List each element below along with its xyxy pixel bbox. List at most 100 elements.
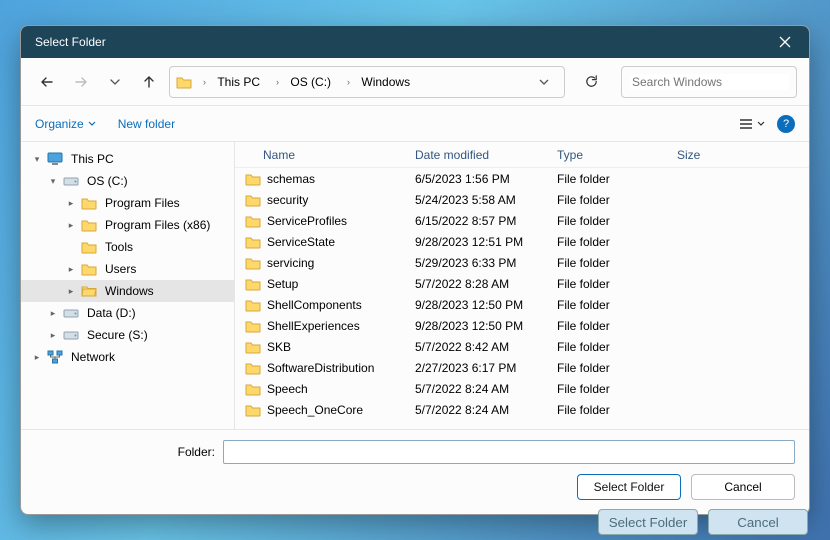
file-type: File folder [547,298,667,312]
file-type: File folder [547,403,667,417]
tree-label: This PC [71,152,114,166]
file-name: ServiceProfiles [267,214,347,228]
address-dropdown[interactable] [530,68,558,96]
tree-item-tools[interactable]: Tools [21,236,234,258]
file-row[interactable]: ShellComponents9/28/2023 12:50 PMFile fo… [235,294,809,315]
file-name: ShellExperiences [267,319,360,333]
folder-input[interactable] [223,440,795,464]
caret-down-icon [88,120,96,128]
chevron-down-icon [110,77,120,87]
folder-label: Folder: [35,445,215,459]
tree-label: Users [105,262,136,276]
tree-label: Program Files [105,196,180,210]
footer: Folder: Select Folder Cancel [21,429,809,514]
address-bar[interactable]: › This PC › OS (C:) › Windows [169,66,565,98]
back-button[interactable] [33,68,61,96]
file-type: File folder [547,361,667,375]
breadcrumb-seg-2[interactable]: › Windows [342,73,415,91]
col-size[interactable]: Size [667,148,727,162]
select-folder-button[interactable]: Select Folder [577,474,681,500]
tree-label: Data (D:) [87,306,136,320]
list-icon [739,118,754,130]
file-type: File folder [547,340,667,354]
shadow-select: Select Folder [598,509,698,535]
file-name: Speech_OneCore [267,403,363,417]
breadcrumb-seg-0[interactable]: › This PC [198,73,265,91]
file-row[interactable]: ServiceState 9/28/2023 12:51 PMFile folde… [235,231,809,252]
tree-label: Tools [105,240,133,254]
file-date: 5/7/2022 8:24 AM [405,382,547,396]
tree-label: Windows [105,284,154,298]
cancel-button[interactable]: Cancel [691,474,795,500]
tree-item-os-c-[interactable]: ▾OS (C:) [21,170,234,192]
tree-item-secure-s-[interactable]: ▸Secure (S:) [21,324,234,346]
tree-item-windows[interactable]: ▸Windows [21,280,234,302]
col-date[interactable]: Date modified [405,148,547,162]
arrow-left-icon [40,75,54,89]
refresh-button[interactable] [575,66,607,98]
file-date: 9/28/2023 12:51 PM [405,235,547,249]
search-input[interactable] [630,74,789,90]
file-row[interactable]: Speech_OneCore 5/7/2022 8:24 AMFile folde… [235,399,809,420]
nav-tree[interactable]: ▾This PC▾OS (C:)▸Program Files▸Program F… [21,142,235,429]
file-type: File folder [547,214,667,228]
arrow-right-icon [74,75,88,89]
file-list[interactable]: schemas6/5/2023 1:56 PMFile folder securi… [235,168,809,429]
column-headers[interactable]: Name Date modified Type Size [235,142,809,168]
breadcrumb-seg-1[interactable]: › OS (C:) [271,73,336,91]
file-type: File folder [547,256,667,270]
window-title: Select Folder [35,35,106,49]
new-folder-button[interactable]: New folder [118,117,175,131]
file-row[interactable]: Speech5/7/2022 8:24 AMFile folder [235,378,809,399]
nav-row: › This PC › OS (C:) › Windows [21,58,809,106]
title-bar[interactable]: Select Folder [21,26,809,58]
file-name: ShellComponents [267,298,362,312]
file-row[interactable]: ServiceProfiles 6/15/2022 8:57 PMFile fol… [235,210,809,231]
command-bar: Organize New folder ? [21,106,809,142]
refresh-icon [584,74,599,89]
file-name: security [267,193,308,207]
file-row[interactable]: ShellExperiences 9/28/2023 12:50 PMFile f… [235,315,809,336]
file-date: 9/28/2023 12:50 PM [405,319,547,333]
file-name: SoftwareDistribution [267,361,374,375]
file-type: File folder [547,319,667,333]
file-row[interactable]: security5/24/2023 5:58 AMFile folder [235,189,809,210]
file-row[interactable]: schemas6/5/2023 1:56 PMFile folder [235,168,809,189]
file-date: 6/15/2022 8:57 PM [405,214,547,228]
file-date: 5/24/2023 5:58 AM [405,193,547,207]
file-type: File folder [547,277,667,291]
up-button[interactable] [135,68,163,96]
tree-item-this-pc[interactable]: ▾This PC [21,148,234,170]
recent-button[interactable] [101,68,129,96]
search-box[interactable] [621,66,797,98]
tree-item-data-d-[interactable]: ▸Data (D:) [21,302,234,324]
tree-item-program-files[interactable]: ▸Program Files [21,192,234,214]
file-row[interactable]: servicing5/29/2023 6:33 PMFile folder [235,252,809,273]
file-date: 2/27/2023 6:17 PM [405,361,547,375]
tree-label: Secure (S:) [87,328,148,342]
col-type[interactable]: Type [547,148,667,162]
tree-label: Program Files (x86) [105,218,210,232]
file-row[interactable]: SKB5/7/2022 8:42 AMFile folder [235,336,809,357]
file-name: ServiceState [267,235,335,249]
tree-item-program-files-x86-[interactable]: ▸Program Files (x86) [21,214,234,236]
file-row[interactable]: SoftwareDistribution 2/27/2023 6:17 PMFil… [235,357,809,378]
help-button[interactable]: ? [777,115,795,133]
file-date: 5/7/2022 8:42 AM [405,340,547,354]
file-date: 5/7/2022 8:24 AM [405,403,547,417]
file-date: 5/7/2022 8:28 AM [405,277,547,291]
file-type: File folder [547,235,667,249]
file-row[interactable]: Setup 5/7/2022 8:28 AMFile folder [235,273,809,294]
forward-button[interactable] [67,68,95,96]
arrow-up-icon [142,75,156,89]
file-name: Setup [267,277,298,291]
organize-menu[interactable]: Organize [35,117,96,131]
tree-item-users[interactable]: ▸Users [21,258,234,280]
close-button[interactable] [771,28,799,56]
view-menu[interactable] [739,117,765,131]
tree-item-network[interactable]: ▸Network [21,346,234,368]
shadow-buttons: Select Folder Cancel [598,509,808,535]
col-name[interactable]: Name [235,148,405,162]
file-name: Speech [267,382,308,396]
close-icon [779,36,791,48]
